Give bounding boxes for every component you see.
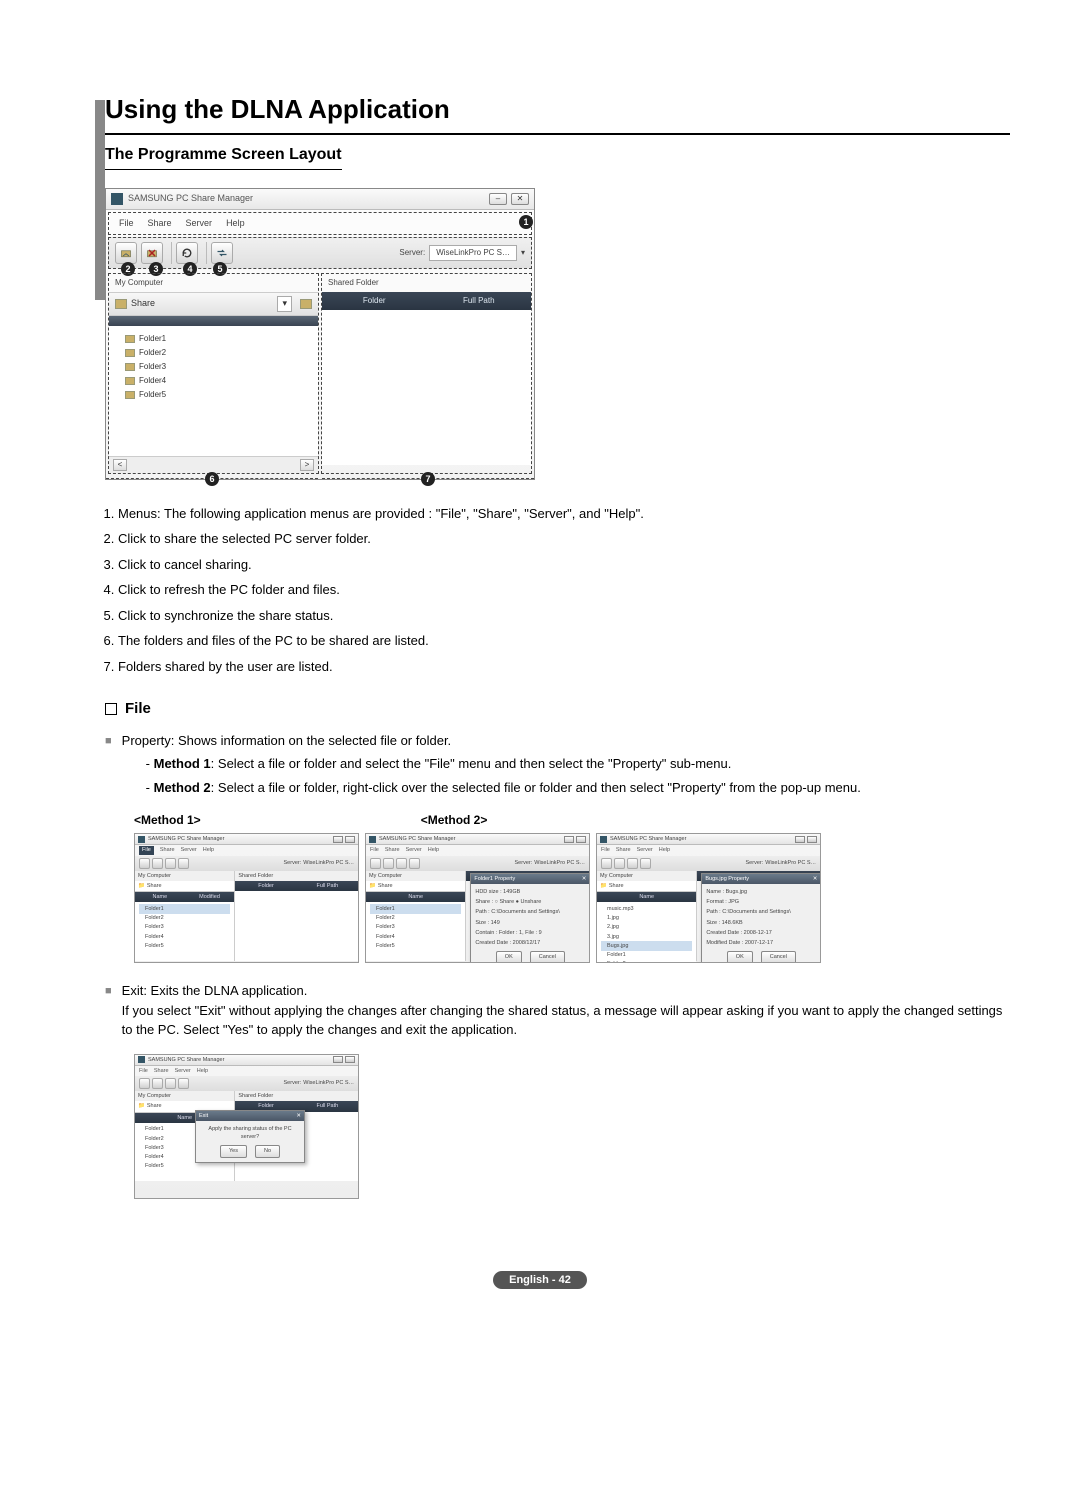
window-title: SAMSUNG PC Share Manager [128,192,489,206]
legend-item: Click to cancel sharing. [118,555,1010,575]
square-bullet-icon [105,703,117,715]
yes-button[interactable]: Yes [220,1145,247,1157]
file-property-dialog: Bugs.jpg Property✕ Name : Bugs.jpg Forma… [701,873,821,964]
folder-node[interactable]: Folder5 [115,388,312,402]
close-icon[interactable]: ✕ [813,875,818,883]
toolbar: Server: WiseLinkPro PC S… ▾ 2 3 4 5 [108,237,532,269]
callout-6: 6 [205,472,219,486]
folder-icon [115,299,127,309]
path-dropdown[interactable]: ▾ [277,296,292,312]
method2b-screenshot: SAMSUNG PC Share Manager FileShareServer… [596,833,821,963]
legend-item: Menus: The following application menus a… [118,504,1010,524]
folder-node[interactable]: Folder3 [115,360,312,374]
exit-dialog: Exit✕ Apply the sharing status of the PC… [195,1110,305,1163]
exit-screenshot: SAMSUNG PC Share Manager FileShareServer… [134,1054,1010,1199]
col-fullpath: Full Path [427,292,532,310]
main-screenshot: SAMSUNG PC Share Manager – ✕ File Share … [105,188,535,480]
folder-icon [125,363,135,371]
file-section-heading: File [105,698,1010,721]
server-dropdown[interactable]: WiseLinkPro PC S… [429,245,517,261]
no-button[interactable]: No [255,1145,280,1157]
menu-help[interactable]: Help [226,217,245,231]
menu-file[interactable]: File [119,217,134,231]
callout-1: 1 [519,215,533,229]
sync-button[interactable] [211,242,233,264]
share-label: Share [131,297,155,311]
folder-label: Folder4 [139,375,166,387]
cancel-button[interactable]: Cancel [530,951,565,963]
minimize-button[interactable]: – [489,193,507,205]
column-header-row [109,316,318,326]
method2-label: <Method 2> [421,811,488,829]
method2-text: Select a file or folder, right-click ove… [218,780,861,795]
cancel-share-button[interactable] [141,242,163,264]
legend-item: Click to refresh the PC folder and files… [118,580,1010,600]
shared-folder-body [322,310,531,465]
shared-folder-panel: Shared Folder Folder Full Path [321,273,532,474]
scroll-right-button[interactable]: > [300,459,314,471]
exit-line: Exit: Exits the DLNA application. [122,983,308,998]
my-computer-header: My Computer [109,274,318,292]
method2-screenshot: SAMSUNG PC Share Manager FileShareServer… [365,833,590,963]
method1-label: <Method 1> [134,811,201,829]
my-computer-panel: My Computer Share ▾ Folder1 Folder2 Fold… [108,273,319,474]
exit-dialog-msg: Apply the sharing status of the PC serve… [200,1125,300,1142]
page-number: English - 42 [493,1271,587,1289]
property-line: Property: Shows information on the selec… [122,733,452,748]
method-screenshots-row: SAMSUNG PC Share Manager FileShareServer… [134,833,1010,963]
file-heading-text: File [125,698,151,721]
toolbar-separator [171,242,172,264]
up-folder-icon[interactable] [300,299,312,309]
bullet-icon: ■ [105,983,112,1040]
scroll-left-button[interactable]: < [113,459,127,471]
folder-label: Folder5 [139,389,166,401]
chevron-down-icon[interactable]: ▾ [521,247,525,259]
folder-icon [125,335,135,343]
col-folder: Folder [322,292,427,310]
close-icon[interactable]: ✕ [296,1112,301,1120]
exit-desc: If you select "Exit" without applying th… [122,1003,1003,1038]
feature-list: Menus: The following application menus a… [118,504,1010,677]
folder-property-dialog: Folder1 Property✕ HDD size : 149GB Share… [470,873,590,964]
folder-icon [125,349,135,357]
folder-label: Folder3 [139,361,166,373]
app-icon [111,193,123,205]
ok-button[interactable]: OK [727,951,753,963]
callout-7: 7 [421,472,435,486]
folder-node[interactable]: Folder1 [115,332,312,346]
folder-label: Folder2 [139,347,166,359]
section-side-bar [95,100,105,300]
folder-node[interactable]: Folder2 [115,346,312,360]
page-subtitle: The Programme Screen Layout [105,143,342,170]
shared-folder-header: Shared Folder [322,274,531,292]
folder-tree: Folder1 Folder2 Folder3 Folder4 Folder5 [109,326,318,456]
method2-bold: Method 2 [154,780,211,795]
page-title: Using the DLNA Application [105,90,1010,135]
ok-button[interactable]: OK [496,951,522,963]
legend-item: Folders shared by the user are listed. [118,657,1010,677]
share-folder-button[interactable] [115,242,137,264]
refresh-button[interactable] [176,242,198,264]
legend-item: Click to share the selected PC server fo… [118,529,1010,549]
folder-icon [125,391,135,399]
menubar: File Share Server Help 1 [108,212,532,236]
menu-server[interactable]: Server [186,217,213,231]
page-footer: English - 42 [70,1269,1010,1289]
window-titlebar: SAMSUNG PC Share Manager – ✕ [106,189,534,210]
server-label: Server: [399,247,425,259]
close-icon[interactable]: ✕ [582,875,587,883]
legend-item: The folders and files of the PC to be sh… [118,631,1010,651]
method1-text: Select a file or folder and select the "… [218,756,731,771]
folder-icon [125,377,135,385]
method1-screenshot: SAMSUNG PC Share Manager FileShareServer… [134,833,359,963]
legend-item: Click to synchronize the share status. [118,606,1010,626]
toolbar-separator [206,242,207,264]
cancel-button[interactable]: Cancel [761,951,796,963]
close-button[interactable]: ✕ [511,193,529,205]
method1-bold: Method 1 [154,756,211,771]
folder-node[interactable]: Folder4 [115,374,312,388]
folder-label: Folder1 [139,333,166,345]
bullet-icon: ■ [105,733,112,798]
menu-share[interactable]: Share [148,217,172,231]
